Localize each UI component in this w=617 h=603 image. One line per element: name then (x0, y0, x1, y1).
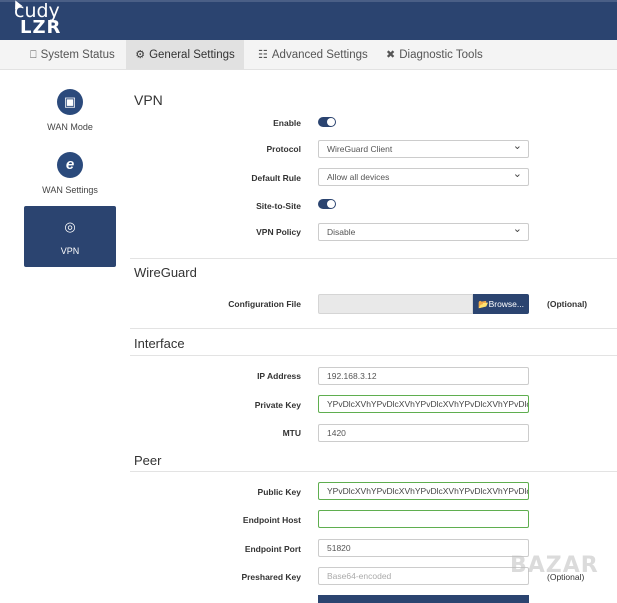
enable-toggle[interactable] (318, 117, 336, 127)
mtu-label: MTU (282, 428, 301, 438)
globe-icon: ◎ (64, 219, 76, 234)
configuration-file-input[interactable] (318, 294, 473, 314)
sidebar-item-wan-mode[interactable]: ▣ WAN Mode (24, 89, 116, 132)
default-rule-select[interactable]: Allow all devices (318, 166, 529, 186)
vpn-section-title: VPN (134, 92, 163, 108)
divider (130, 328, 617, 329)
browse-button[interactable]: 📂Browse... (473, 294, 529, 314)
protocol-select[interactable]: WireGuard Client (318, 138, 529, 158)
public-key-input[interactable]: YPvDlcXVhYPvDlcXVhYPvDlcXVhYPvDlcXVhYPvD… (318, 482, 529, 500)
tab-label: Advanced Settings (271, 49, 368, 61)
mtu-input[interactable]: 1420 (318, 424, 529, 442)
peer-section-title: Peer (134, 453, 162, 468)
divider (130, 471, 617, 472)
header-top-line (0, 0, 617, 2)
sidebar-item-vpn[interactable]: ◎ VPN (24, 206, 116, 267)
endpoint-host-input[interactable] (318, 510, 529, 528)
interface-section-title: Interface (134, 336, 185, 351)
sidebar-item-label: VPN (60, 246, 80, 256)
enable-label: Enable (273, 118, 301, 128)
default-rule-label: Default Rule (251, 173, 301, 183)
vpn-policy-select[interactable]: Disable (318, 221, 529, 241)
top-header: cudy LZR (0, 0, 617, 40)
divider (130, 355, 617, 356)
private-key-input[interactable]: YPvDlcXVhYPvDlcXVhYPvDlcXVhYPvDlcXVhYPvD… (318, 395, 529, 413)
toggle-knob (327, 118, 335, 126)
logo-model: LZR (20, 17, 62, 38)
vpn-policy-label: VPN Policy (256, 227, 301, 237)
tab-label: System Status (40, 49, 115, 61)
endpoint-port-input[interactable]: 51820 (318, 539, 529, 557)
public-key-label: Public Key (257, 487, 301, 497)
sidebar-item-label: WAN Settings (42, 185, 98, 195)
protocol-label: Protocol (266, 144, 301, 154)
tab-system-status[interactable]: ⎕ System Status (30, 40, 115, 69)
gear-icon: ⚙ (135, 49, 146, 61)
endpoint-port-label: Endpoint Port (244, 544, 301, 554)
monitor-icon: ⎕ (30, 49, 37, 61)
site-to-site-toggle[interactable] (318, 199, 336, 209)
sliders-icon: ☷ (258, 49, 268, 61)
preshared-key-label: Preshared Key (241, 572, 301, 582)
sidebar-item-label: WAN Mode (47, 122, 93, 132)
save-button[interactable] (318, 595, 529, 603)
wan-mode-icon: ▣ (57, 89, 83, 115)
tools-icon: ✖ (386, 49, 396, 61)
tab-label: Diagnostic Tools (399, 49, 483, 61)
internet-explorer-icon: e (57, 152, 83, 178)
configuration-file-label: Configuration File (228, 299, 301, 309)
ip-address-input[interactable]: 192.168.3.12 (318, 367, 529, 385)
tab-label: General Settings (149, 49, 235, 61)
sidebar-item-wan-settings[interactable]: e WAN Settings (24, 152, 116, 195)
toggle-knob (327, 200, 335, 208)
tab-general-settings[interactable]: ⚙ General Settings (126, 40, 244, 69)
divider (130, 258, 617, 259)
site-to-site-label: Site-to-Site (256, 201, 301, 211)
ip-address-label: IP Address (257, 371, 301, 381)
watermark-logo: BAZAR (510, 553, 599, 578)
cudy-logo[interactable]: cudy LZR (14, 2, 61, 37)
tab-diagnostic-tools[interactable]: ✖ Diagnostic Tools (386, 40, 483, 69)
private-key-label: Private Key (254, 400, 301, 410)
optional-note: (Optional) (547, 299, 588, 309)
endpoint-host-label: Endpoint Host (242, 515, 301, 525)
tab-advanced-settings[interactable]: ☷ Advanced Settings (258, 40, 368, 69)
wireguard-section-title: WireGuard (134, 265, 197, 280)
preshared-key-input[interactable]: Base64-encoded (318, 567, 529, 585)
main-tabs: ⎕ System Status ⚙ General Settings ☷ Advanc… (0, 40, 617, 70)
